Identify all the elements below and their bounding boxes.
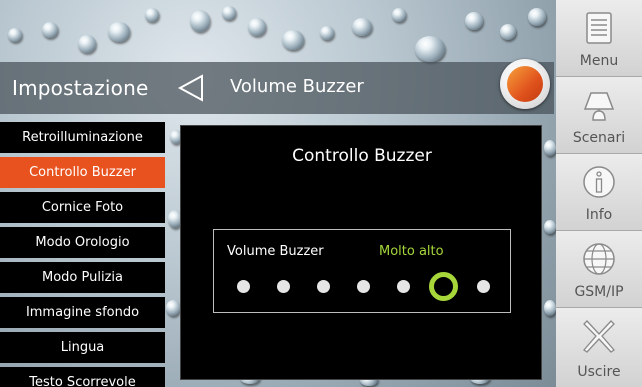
menu-item-testo-scorrevole[interactable]: Testo Scorrevole <box>0 367 165 387</box>
volume-level-dot[interactable] <box>476 280 490 293</box>
volume-level-dot-selected[interactable] <box>428 272 458 301</box>
volume-level-dot[interactable] <box>356 280 370 293</box>
scenes-icon <box>583 92 615 121</box>
sidebar-label-menu: Menu <box>579 53 619 69</box>
sidebar-button-gsm-ip[interactable]: GSM/IP <box>556 231 642 308</box>
menu-item-modo-pulizia[interactable]: Modo Pulizia <box>0 262 165 293</box>
volume-level-dot[interactable] <box>236 280 250 293</box>
page-subtitle: Volume Buzzer <box>230 76 364 97</box>
menu-list-icon <box>586 12 612 44</box>
sidebar-label-info: Info <box>585 207 613 223</box>
sidebar-label-uscire: Uscire <box>577 364 621 380</box>
info-icon <box>583 166 615 198</box>
volume-control: Volume Buzzer Molto alto <box>213 229 511 313</box>
sidebar-button-info[interactable]: Info <box>556 154 642 231</box>
brand-logo <box>500 59 550 109</box>
settings-menu: Retroilluminazione Controllo Buzzer Corn… <box>0 122 165 387</box>
menu-item-modo-orologio[interactable]: Modo Orologio <box>0 227 165 258</box>
volume-label: Volume Buzzer <box>227 244 324 259</box>
dialog-title: Controllo Buzzer <box>292 146 432 166</box>
globe-icon <box>583 243 615 275</box>
menu-item-controllo-buzzer[interactable]: Controllo Buzzer <box>0 157 165 188</box>
sidebar-button-scenari[interactable]: Scenari <box>556 77 642 154</box>
sidebar-button-menu[interactable]: Menu <box>556 0 642 77</box>
back-arrow-icon[interactable] <box>176 73 206 103</box>
volume-level-dot[interactable] <box>316 280 330 293</box>
volume-value: Molto alto <box>379 244 444 259</box>
menu-item-cornice-foto[interactable]: Cornice Foto <box>0 192 165 223</box>
page-title: Impostazione <box>12 76 149 100</box>
menu-item-lingua[interactable]: Lingua <box>0 332 165 363</box>
menu-item-immagine-sfondo[interactable]: Immagine sfondo <box>0 297 165 328</box>
volume-level-selector <box>236 272 497 302</box>
volume-level-dot[interactable] <box>276 280 290 293</box>
volume-level-dot[interactable] <box>396 280 410 293</box>
menu-item-retroilluminazione[interactable]: Retroilluminazione <box>0 122 165 153</box>
sidebar-label-gsm-ip: GSM/IP <box>574 284 624 300</box>
right-sidebar: Menu Scenari Info GSM/IP Uscire <box>556 0 642 387</box>
sidebar-label-scenari: Scenari <box>572 130 626 146</box>
sidebar-button-uscire[interactable]: Uscire <box>556 308 642 387</box>
buzzer-dialog: Controllo Buzzer Volume Buzzer Molto alt… <box>180 125 542 380</box>
exit-x-icon <box>583 320 615 353</box>
